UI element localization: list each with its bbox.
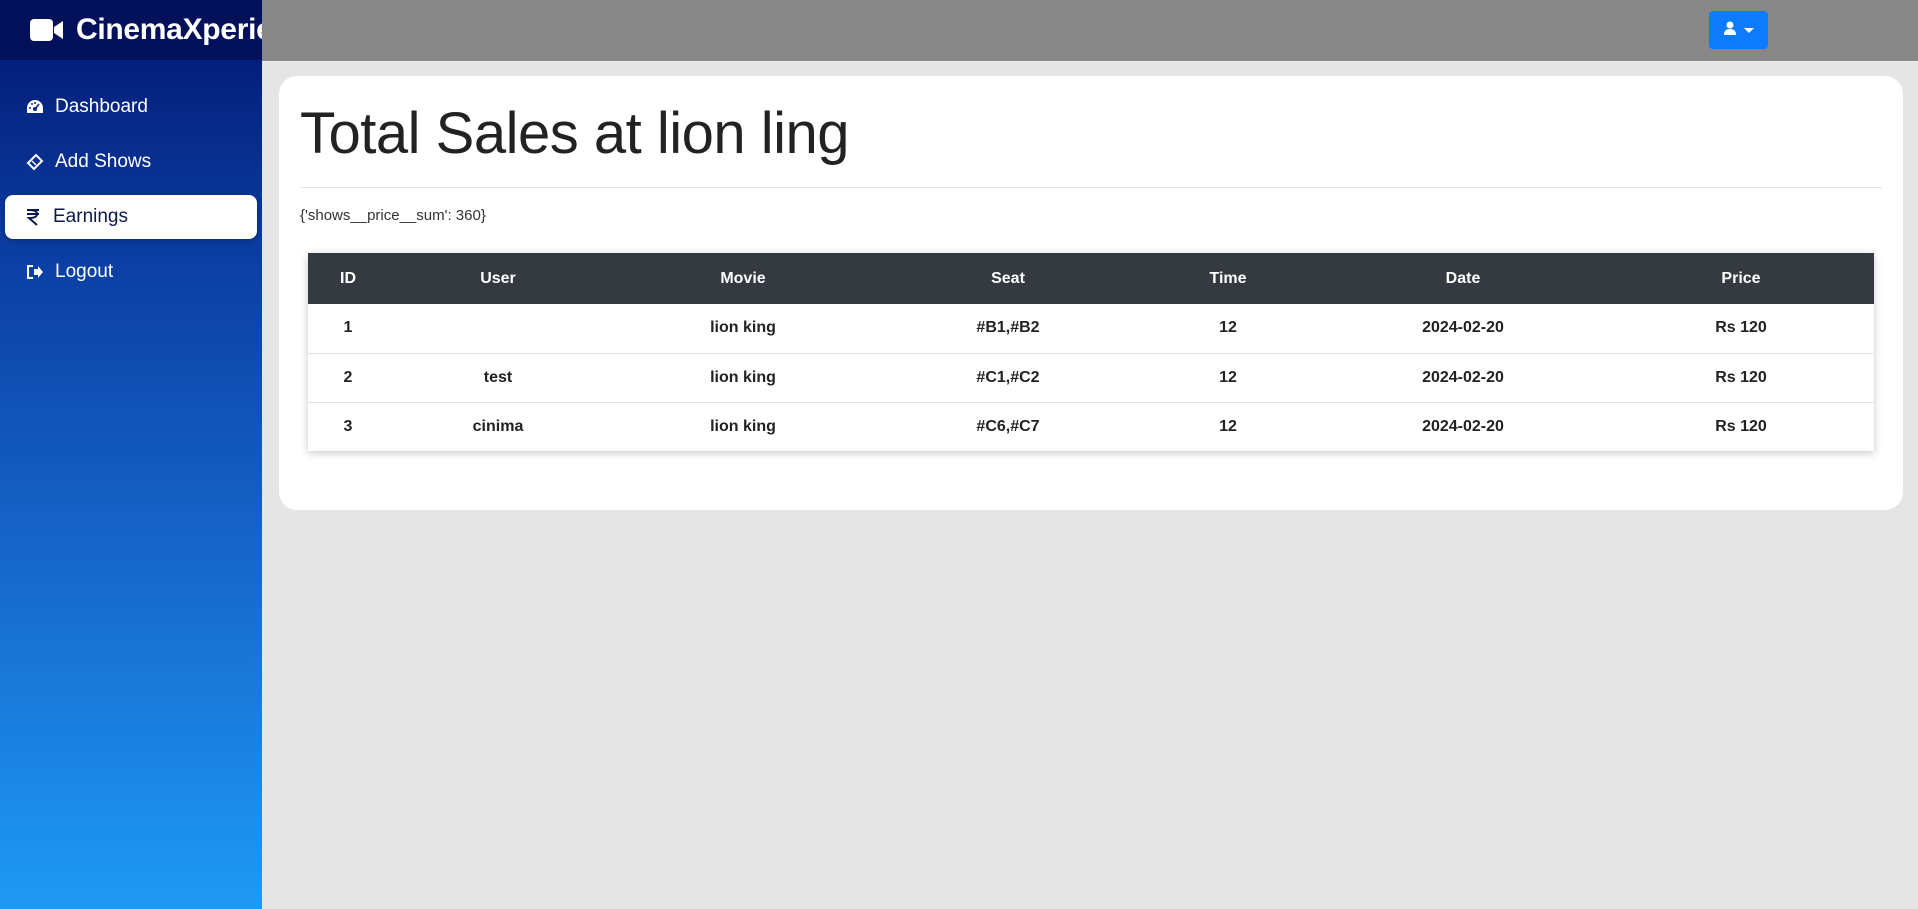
dashboard-gauge-icon: [25, 97, 45, 117]
cell-seat: #C6,#C7: [878, 401, 1138, 451]
cell-movie: lion king: [710, 319, 776, 337]
cell-movie: lion king: [608, 401, 878, 451]
column-header-movie: Movie: [720, 269, 766, 287]
logout-icon: [25, 262, 45, 282]
cell-seat: #B1,#B2: [976, 319, 1040, 337]
sidebar-nav: Dashboard Add Shows Earnings Logout: [0, 85, 262, 305]
cell-id: 2: [308, 352, 388, 402]
cell-user: test: [388, 352, 608, 402]
column-header-id: ID: [340, 269, 356, 287]
cell-date: 2024-02-20: [1318, 401, 1608, 451]
sales-sum-text: {'shows__price__sum': 360}: [300, 207, 486, 224]
cell-seat: #C1,#C2: [878, 352, 1138, 402]
chevron-down-icon: [1743, 27, 1754, 33]
brand[interactable]: CinemaXperience: [0, 0, 324, 60]
cell-time: 12: [1138, 401, 1318, 451]
sidebar: CinemaXperience Dashboard Add Shows Earn…: [0, 0, 324, 909]
cell-movie: lion king: [608, 352, 878, 402]
user-icon: [1723, 21, 1736, 40]
sidebar-item-label: Earnings: [53, 206, 128, 227]
ticket-icon: [25, 152, 45, 172]
sidebar-item-label: Logout: [55, 261, 114, 282]
topbar: [262, 0, 1918, 61]
cell-date: 2024-02-20: [1318, 352, 1608, 402]
column-header-seat: Seat: [991, 269, 1025, 287]
column-header-time: Time: [1209, 269, 1247, 287]
sales-table: ID User Movie Seat Time Date Price 1 lio…: [308, 253, 1874, 451]
table-row: 2 test lion king #C1,#C2 12 2024-02-20 R…: [308, 352, 1874, 402]
earnings-card: Total Sales at lion ling {'shows__price_…: [279, 76, 1903, 510]
cell-id: 1: [343, 319, 353, 337]
cell-date: 2024-02-20: [1422, 319, 1504, 337]
cell-price: Rs 120: [1715, 319, 1767, 337]
page-title: Total Sales at lion ling: [300, 101, 850, 166]
sidebar-item-earnings[interactable]: Earnings: [5, 195, 257, 239]
table-header-row: ID User Movie Seat Time Date Price: [308, 253, 1874, 304]
sidebar-item-dashboard[interactable]: Dashboard: [5, 85, 257, 129]
sales-table-container: ID User Movie Seat Time Date Price 1 lio…: [308, 253, 1874, 451]
user-menu-button[interactable]: [1709, 11, 1768, 49]
cell-time: 12: [1138, 352, 1318, 402]
column-header-date: Date: [1445, 269, 1481, 287]
sidebar-item-add-shows[interactable]: Add Shows: [5, 140, 257, 184]
cell-user: [388, 304, 608, 353]
cell-price: Rs 120: [1608, 401, 1874, 451]
table-row: 3 cinima lion king #C6,#C7 12 2024-02-20…: [308, 401, 1874, 451]
sidebar-item-logout[interactable]: Logout: [5, 250, 257, 294]
cell-time: 12: [1219, 319, 1237, 337]
sidebar-item-label: Dashboard: [55, 96, 148, 117]
column-header-user: User: [480, 269, 516, 287]
sidebar-item-label: Add Shows: [55, 151, 152, 172]
column-header-price: Price: [1721, 269, 1761, 287]
divider: [300, 187, 1882, 188]
table-row: 1 lion king #B1,#B2 12 2024-02-20 Rs 120: [308, 304, 1874, 353]
rupee-icon: [23, 207, 43, 227]
cell-price: Rs 120: [1608, 352, 1874, 402]
cell-id: 3: [308, 401, 388, 451]
cell-user: cinima: [388, 401, 608, 451]
video-camera-icon: [30, 18, 64, 42]
